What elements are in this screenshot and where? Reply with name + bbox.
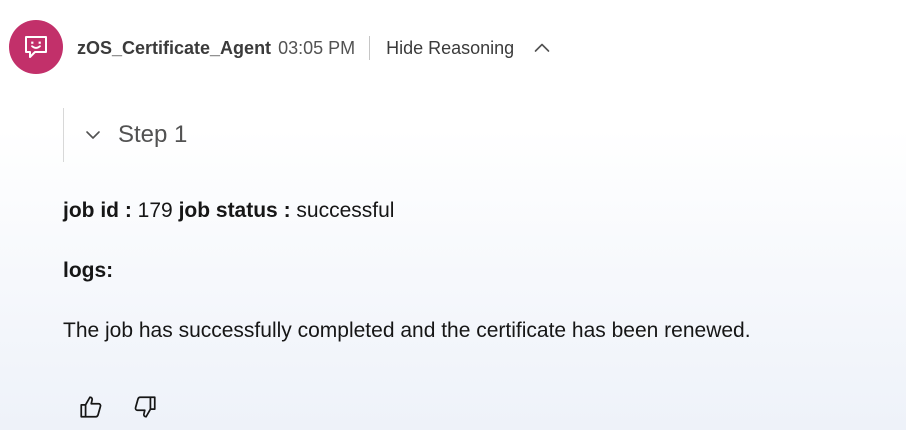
job-status-label: job status : xyxy=(178,199,291,222)
logs-label: logs: xyxy=(63,259,114,282)
job-status-value: successful xyxy=(296,199,395,222)
header-divider xyxy=(369,36,371,60)
hide-reasoning-button[interactable]: Hide Reasoning xyxy=(386,38,552,59)
agent-message: zOS_Certificate_Agent 03:05 PM Hide Reas… xyxy=(0,0,906,430)
agent-name: zOS_Certificate_Agent xyxy=(77,37,272,58)
dislike-button[interactable] xyxy=(130,392,160,422)
logs-text: The job has successfully completed and t… xyxy=(63,319,751,342)
job-info-line: job id : 179 job status : successful xyxy=(63,199,394,223)
like-button[interactable] xyxy=(76,392,106,422)
chevron-down-icon xyxy=(84,126,102,144)
message-header: zOS_Certificate_Agent 03:05 PM Hide Reas… xyxy=(77,34,552,62)
reasoning-step-label: Step 1 xyxy=(118,121,188,148)
thumbs-up-icon xyxy=(80,396,102,418)
chevron-up-icon xyxy=(532,38,552,58)
agent-avatar xyxy=(9,20,63,74)
message-timestamp: 03:05 PM xyxy=(278,37,356,58)
job-id-label: job id : xyxy=(63,199,132,222)
chat-bot-icon xyxy=(25,36,47,58)
hide-reasoning-label: Hide Reasoning xyxy=(386,37,515,58)
thumbs-down-icon xyxy=(134,396,156,418)
feedback-bar xyxy=(76,392,184,422)
reasoning-step-1-toggle[interactable]: Step 1 xyxy=(84,121,187,149)
job-id-value: 179 xyxy=(137,199,173,222)
reasoning-panel: Step 1 xyxy=(63,108,187,162)
